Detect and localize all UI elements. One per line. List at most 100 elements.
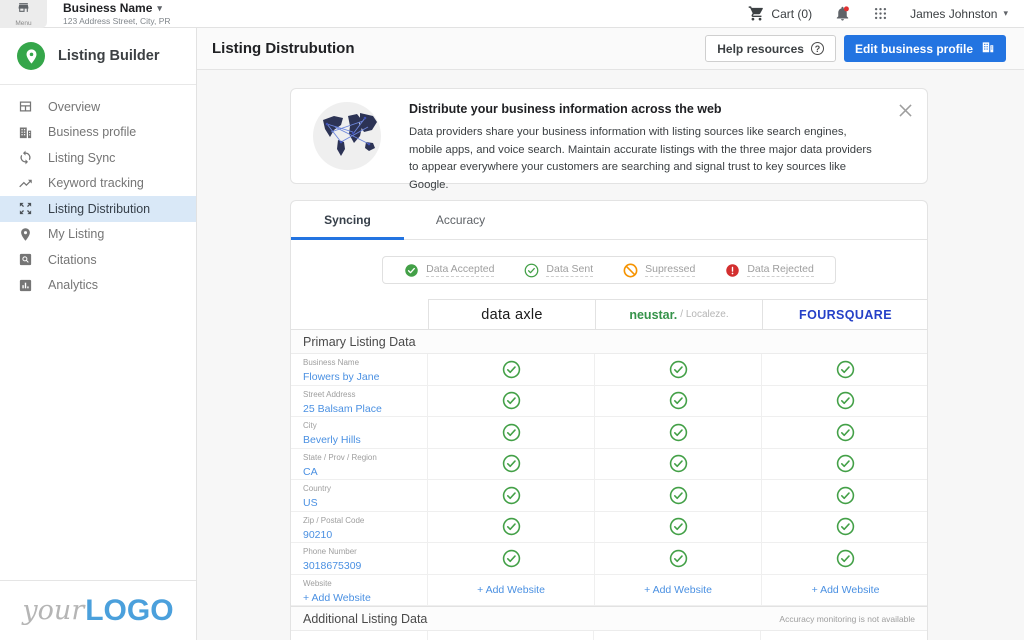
legend-label[interactable]: Data Rejected [747,263,814,277]
field-value-link[interactable]: Flowers by Jane [303,371,379,383]
status-cell-data-axle [428,511,595,542]
help-resources-button[interactable]: Help resources ? [705,35,836,62]
table-row-partial [291,631,927,640]
table-row-zip-postal-code: Zip / Postal Code 90210 [291,511,927,543]
status-sent-icon [836,517,855,536]
status-sent-icon [836,486,855,505]
field-value-link[interactable]: 3018675309 [303,560,361,572]
sidebar-item-citations[interactable]: Citations [0,247,196,273]
edit-business-profile-button[interactable]: Edit business profile [843,35,1006,62]
field-value-link[interactable]: + Add Website [303,592,371,604]
cart-label: Cart (0) [771,6,813,21]
add-website-link[interactable]: + Add Website [644,584,712,596]
building-icon [981,40,995,57]
status-sent-icon [502,360,521,379]
status-cell-neustar [595,417,762,448]
apps-grid-icon [873,6,888,21]
field-label: Business Name [303,358,360,367]
legend-item-data-rejected: Data Rejected [710,263,829,278]
data-axle-wordmark: data axle [481,306,543,323]
business-address: 123 Address Street, City, PR [63,16,171,26]
business-selector[interactable]: Business Name ▾ 123 Address Street, City… [63,1,171,26]
keyword-tracking-icon [18,175,34,191]
cart-button[interactable]: Cart (0) [748,5,812,22]
banner-title: Distribute your business information acr… [409,102,722,116]
table-row-business-name: Business Name Flowers by Jane [291,354,927,386]
field-label-cell: Street Address 25 Balsam Place [291,385,428,416]
sidebar-item-label: Citations [48,252,97,267]
listing-table: Primary Listing Data Business Name Flowers… [291,329,927,631]
notifications-button[interactable] [834,5,851,22]
user-name: James Johnston [910,6,998,21]
menu-button[interactable]: Menu [0,0,47,28]
status-cell-foursquare [762,512,927,543]
table-row-street-address: Street Address 25 Balsam Place [291,385,927,417]
status-cell-foursquare [762,417,927,448]
sidebar-item-overview[interactable]: Overview [0,94,196,120]
field-value-link[interactable]: CA [303,466,318,478]
main: Listing Distrubution Help resources ? Ed… [197,28,1024,640]
help-resources-label: Help resources [717,41,804,56]
add-website-link[interactable]: + Add Website [477,584,545,596]
store-menu-icon [17,1,30,19]
user-menu[interactable]: James Johnston ▾ [910,7,1008,21]
bell-icon [834,5,851,22]
status-cell-data-axle [428,417,595,448]
status-cell-neustar [595,480,762,511]
add-website-link[interactable]: + Add Website [812,584,880,596]
field-label: State / Prov / Region [303,452,377,462]
status-sent-icon [669,549,688,568]
status-cell-foursquare [762,449,927,480]
listing-sync-icon [18,150,34,166]
provider-header-row: data axle neustar. / Localeze. FOURSQUARE [291,299,927,329]
status-sent-icon [669,360,688,379]
cart-icon [748,5,765,22]
sidebar-item-listing-sync[interactable]: Listing Sync [0,145,196,171]
status-cell-foursquare [762,480,927,511]
legend-label[interactable]: Data Accepted [426,263,495,277]
legend-label[interactable]: Supressed [645,263,696,277]
field-value-link[interactable]: 90210 [303,529,332,541]
field-value-link[interactable]: Beverly Hills [303,434,361,446]
sidebar-item-label: Overview [48,99,101,114]
section-note: Accuracy monitoring is not available [779,613,915,624]
apps-grid-button[interactable] [873,6,888,21]
status-cell-neustar [595,354,762,385]
sidebar-item-label: Listing Sync [48,150,116,165]
status-sent-icon [669,391,688,410]
sidebar-header: Listing Builder [0,28,196,85]
tab-syncing[interactable]: Syncing [291,201,404,240]
localeze-wordmark: / Localeze. [680,309,729,320]
sidebar-item-analytics[interactable]: Analytics [0,273,196,299]
field-label-cell: Zip / Postal Code 90210 [291,511,428,542]
status-sent-icon [502,549,521,568]
legend-rejected-icon [725,263,740,278]
field-label: Website [303,578,332,588]
sidebar-item-keyword-tracking[interactable]: Keyword tracking [0,171,196,197]
logo-suffix: LOGO [85,593,174,627]
status-cell-foursquare [762,543,927,574]
table-row-phone-number: Phone Number 3018675309 [291,543,927,575]
status-sent-icon [669,423,688,442]
tab-accuracy[interactable]: Accuracy [404,201,517,239]
field-value-link[interactable]: 25 Balsam Place [303,403,382,415]
legend-supressed-icon [623,263,638,278]
partial-cell [761,631,927,640]
field-label: City [303,421,317,430]
sidebar-item-my-listing[interactable]: My Listing [0,222,196,248]
overview-icon [18,99,34,115]
chevron-down-icon: ▾ [1003,8,1008,18]
field-label: Street Address [303,389,356,399]
close-icon[interactable] [897,102,914,122]
legend-item-data-accepted: Data Accepted [389,263,509,278]
legend-label[interactable]: Data Sent [546,263,594,277]
menu-label: Menu [15,19,32,27]
sidebar-item-listing-distribution[interactable]: Listing Distribution [0,196,196,222]
field-value-link[interactable]: US [303,497,318,509]
sidebar-item-business-profile[interactable]: Business profile [0,120,196,146]
chevron-down-icon: ▾ [157,2,162,13]
partial-cell [291,631,428,640]
listing-card: Syncing Accuracy Data Accepted Data Sent Su… [290,200,928,640]
neustar-wordmark: neustar. [629,307,678,322]
table-row-website: Website + Add Website + Add Website + Add W… [291,574,927,606]
